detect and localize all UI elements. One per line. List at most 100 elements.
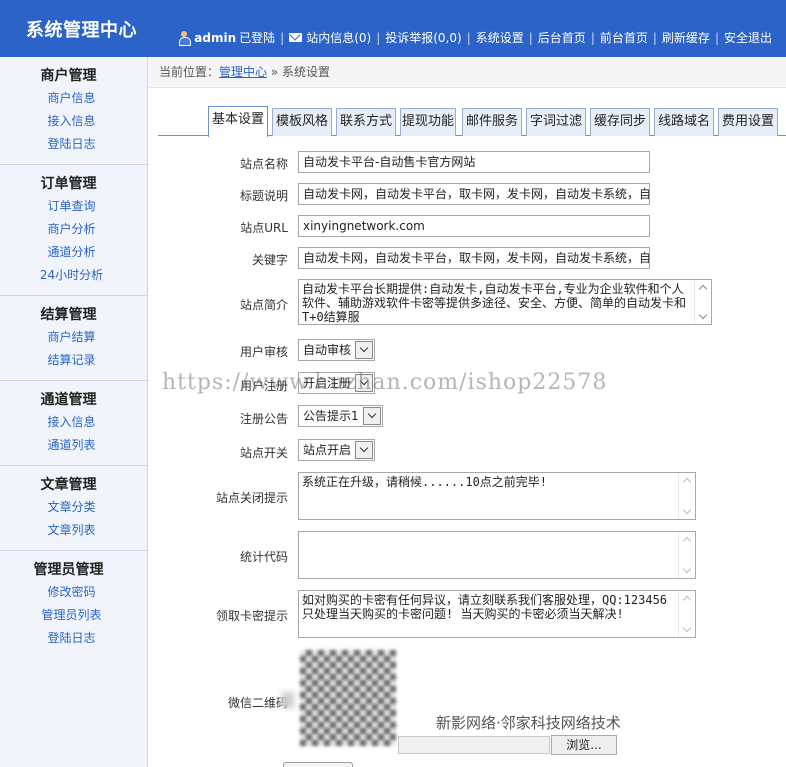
close-tip-label: 站点关闭提示 — [215, 491, 288, 505]
card-tip-textarea[interactable]: 如对购买的卡密有任何异议，请立刻联系我们客服处理，QQ:123456 只处理当天… — [298, 590, 696, 638]
register-notice-select[interactable]: 公告提示1 — [298, 405, 383, 427]
sidebar-group-title: 通道管理 — [40, 392, 97, 408]
breadcrumb-link-home[interactable]: 管理中心 — [219, 65, 267, 79]
site-intro-textarea[interactable]: 自动发卡平台长期提供:自动发卡,自动发卡平台,专业为企业软件和个人软件、辅助游戏… — [298, 279, 712, 325]
settings-tabs: 基本设置 模板风格 联系方式 提现功能 邮件服务 字词过滤 缓存同步 线路域名 … — [158, 106, 786, 137]
site-switch-select[interactable]: 站点开启 — [298, 439, 375, 461]
admin-name: admin — [194, 30, 237, 45]
scrollbar[interactable] — [678, 591, 695, 637]
sidebar-item-channel-access[interactable]: 接入信息 — [0, 411, 143, 434]
card-tip-text: 如对购买的卡密有任何异议，请立刻联系我们客服处理，QQ:123456 只处理当天… — [302, 593, 668, 621]
nav-system-settings[interactable]: 系统设置 — [476, 29, 524, 46]
tab-word-filter[interactable]: 字词过滤 — [526, 108, 586, 136]
tab-domain[interactable]: 线路域名 — [654, 108, 714, 136]
scrollbar[interactable] — [678, 473, 695, 519]
sidebar-group-orders: 订单管理 订单查询 商户分析 通道分析 24小时分析 — [0, 165, 147, 296]
qr-file-input[interactable] — [398, 736, 550, 754]
tab-withdraw[interactable]: 提现功能 — [400, 108, 456, 136]
user-icon — [178, 31, 192, 46]
close-tip-text: 系统正在升级，请稍候......10点之前完毕! — [302, 475, 548, 489]
sidebar-item-settlement-records[interactable]: 结算记录 — [0, 349, 143, 372]
chevron-down-icon — [355, 341, 373, 359]
nav-complaints[interactable]: 投诉举报(0,0) — [385, 29, 461, 46]
browse-button[interactable]: 浏览... — [551, 735, 617, 755]
tab-cache-sync[interactable]: 缓存同步 — [590, 108, 650, 136]
sidebar-group-settlement: 结算管理 商户结算 结算记录 — [0, 296, 147, 381]
sidebar-item-change-password[interactable]: 修改密码 — [0, 581, 143, 604]
sidebar-group-admins: 管理员管理 修改密码 管理员列表 登陆日志 — [0, 551, 147, 658]
user-review-value: 自动审核 — [303, 343, 352, 357]
scrollbar[interactable] — [678, 532, 695, 578]
keywords-label: 关键字 — [251, 253, 288, 267]
site-name-input[interactable]: 自动发卡平台-自动售卡官方网站 — [298, 151, 650, 173]
sidebar-item-login-log[interactable]: 登陆日志 — [0, 133, 143, 156]
stats-code-textarea[interactable] — [298, 531, 696, 579]
site-url-input[interactable]: xinyingnetwork.com — [298, 215, 650, 237]
sidebar-item-article-categories[interactable]: 文章分类 — [0, 496, 143, 519]
stats-code-label: 统计代码 — [239, 550, 288, 564]
title-desc-input[interactable]: 自动发卡网，自动发卡平台，取卡网，发卡网，自动发卡系统，自 — [298, 183, 650, 205]
sidebar-item-merchant-analysis[interactable]: 商户分析 — [0, 218, 143, 241]
mail-icon — [289, 33, 303, 42]
breadcrumb-separator: » — [270, 65, 279, 79]
sidebar-item-access-info[interactable]: 接入信息 — [0, 110, 143, 133]
nav-logout[interactable]: 安全退出 — [724, 29, 772, 46]
sidebar-item-24h-analysis[interactable]: 24小时分析 — [0, 264, 143, 287]
nav-separator: | — [528, 30, 533, 45]
site-name-label: 站点名称 — [239, 157, 288, 171]
chevron-down-icon — [355, 441, 373, 459]
breadcrumb-current: 系统设置 — [282, 65, 331, 79]
tab-fees[interactable]: 费用设置 — [718, 108, 778, 136]
sidebar-item-order-query[interactable]: 订单查询 — [0, 195, 143, 218]
logged-in-text: 已登陆 — [239, 31, 276, 45]
nav-admin-home[interactable]: 后台首页 — [538, 29, 586, 46]
site-switch-label: 站点开关 — [239, 446, 288, 460]
sidebar-item-article-list[interactable]: 文章列表 — [0, 519, 143, 542]
nav-separator: | — [714, 30, 719, 45]
user-review-select[interactable]: 自动审核 — [298, 339, 375, 361]
site-intro-text: 自动发卡平台长期提供:自动发卡,自动发卡平台,专业为企业软件和个人软件、辅助游戏… — [302, 282, 687, 324]
tab-contact[interactable]: 联系方式 — [336, 108, 396, 136]
tab-basic[interactable]: 基本设置 — [208, 106, 268, 137]
sidebar-group-title: 商户管理 — [40, 68, 97, 84]
register-notice-label: 注册公告 — [239, 412, 288, 426]
sidebar-item-admin-list[interactable]: 管理员列表 — [0, 604, 143, 627]
nav-separator: | — [590, 30, 595, 45]
nav-front-home[interactable]: 前台首页 — [600, 29, 648, 46]
scrollbar[interactable] — [694, 280, 711, 324]
register-notice-value: 公告提示1 — [303, 409, 359, 423]
user-review-label: 用户审核 — [239, 345, 288, 359]
sidebar-group-title: 结算管理 — [40, 307, 97, 323]
nav-separator: | — [376, 30, 381, 45]
top-nav: admin 已登陆 | 站内信息(0) | 投诉举报(0,0) | 系统设置 |… — [178, 29, 772, 46]
nav-refresh-cache[interactable]: 刷新缓存 — [662, 29, 710, 46]
close-tip-textarea[interactable]: 系统正在升级，请稍候......10点之前完毕! — [298, 472, 696, 520]
submit-button[interactable] — [283, 762, 353, 767]
tab-template[interactable]: 模板风格 — [272, 108, 332, 136]
qr-code-image — [300, 650, 396, 746]
sidebar-item-admin-login-log[interactable]: 登陆日志 — [0, 627, 143, 650]
sidebar-item-merchant-info[interactable]: 商户信息 — [0, 87, 143, 110]
app-title: 系统管理中心 — [26, 20, 137, 41]
sidebar-group-title: 文章管理 — [40, 477, 97, 493]
breadcrumb-prefix: 当前位置： — [159, 65, 220, 79]
nav-messages[interactable]: 站内信息(0) — [306, 29, 371, 46]
sidebar: 商户管理 商户信息 接入信息 登陆日志 订单管理 订单查询 商户分析 通道分析 … — [0, 57, 148, 767]
sidebar-item-channel-analysis[interactable]: 通道分析 — [0, 241, 143, 264]
wechat-qr-label: 微信二维码 — [227, 696, 288, 710]
company-watermark: 新影网络·邻家科技网络技术 — [436, 714, 621, 732]
nav-separator: | — [652, 30, 657, 45]
blur-mask — [282, 692, 294, 708]
sidebar-group-articles: 文章管理 文章分类 文章列表 — [0, 466, 147, 551]
keywords-input[interactable]: 自动发卡网，自动发卡平台，取卡网，发卡网，自动发卡系统，自 — [298, 247, 650, 269]
sidebar-group-title: 订单管理 — [40, 176, 97, 192]
sidebar-item-channel-list[interactable]: 通道列表 — [0, 434, 143, 457]
site-url-label: 站点URL — [240, 221, 288, 235]
sidebar-group-merchant: 商户管理 商户信息 接入信息 登陆日志 — [0, 57, 147, 165]
nav-separator: | — [466, 30, 471, 45]
sidebar-item-merchant-settlement[interactable]: 商户结算 — [0, 326, 143, 349]
site-intro-label: 站点简介 — [239, 298, 288, 312]
site-switch-value: 站点开启 — [303, 443, 352, 457]
tab-mail[interactable]: 邮件服务 — [462, 108, 522, 136]
breadcrumb: 当前位置：管理中心 » 系统设置 — [149, 57, 786, 88]
